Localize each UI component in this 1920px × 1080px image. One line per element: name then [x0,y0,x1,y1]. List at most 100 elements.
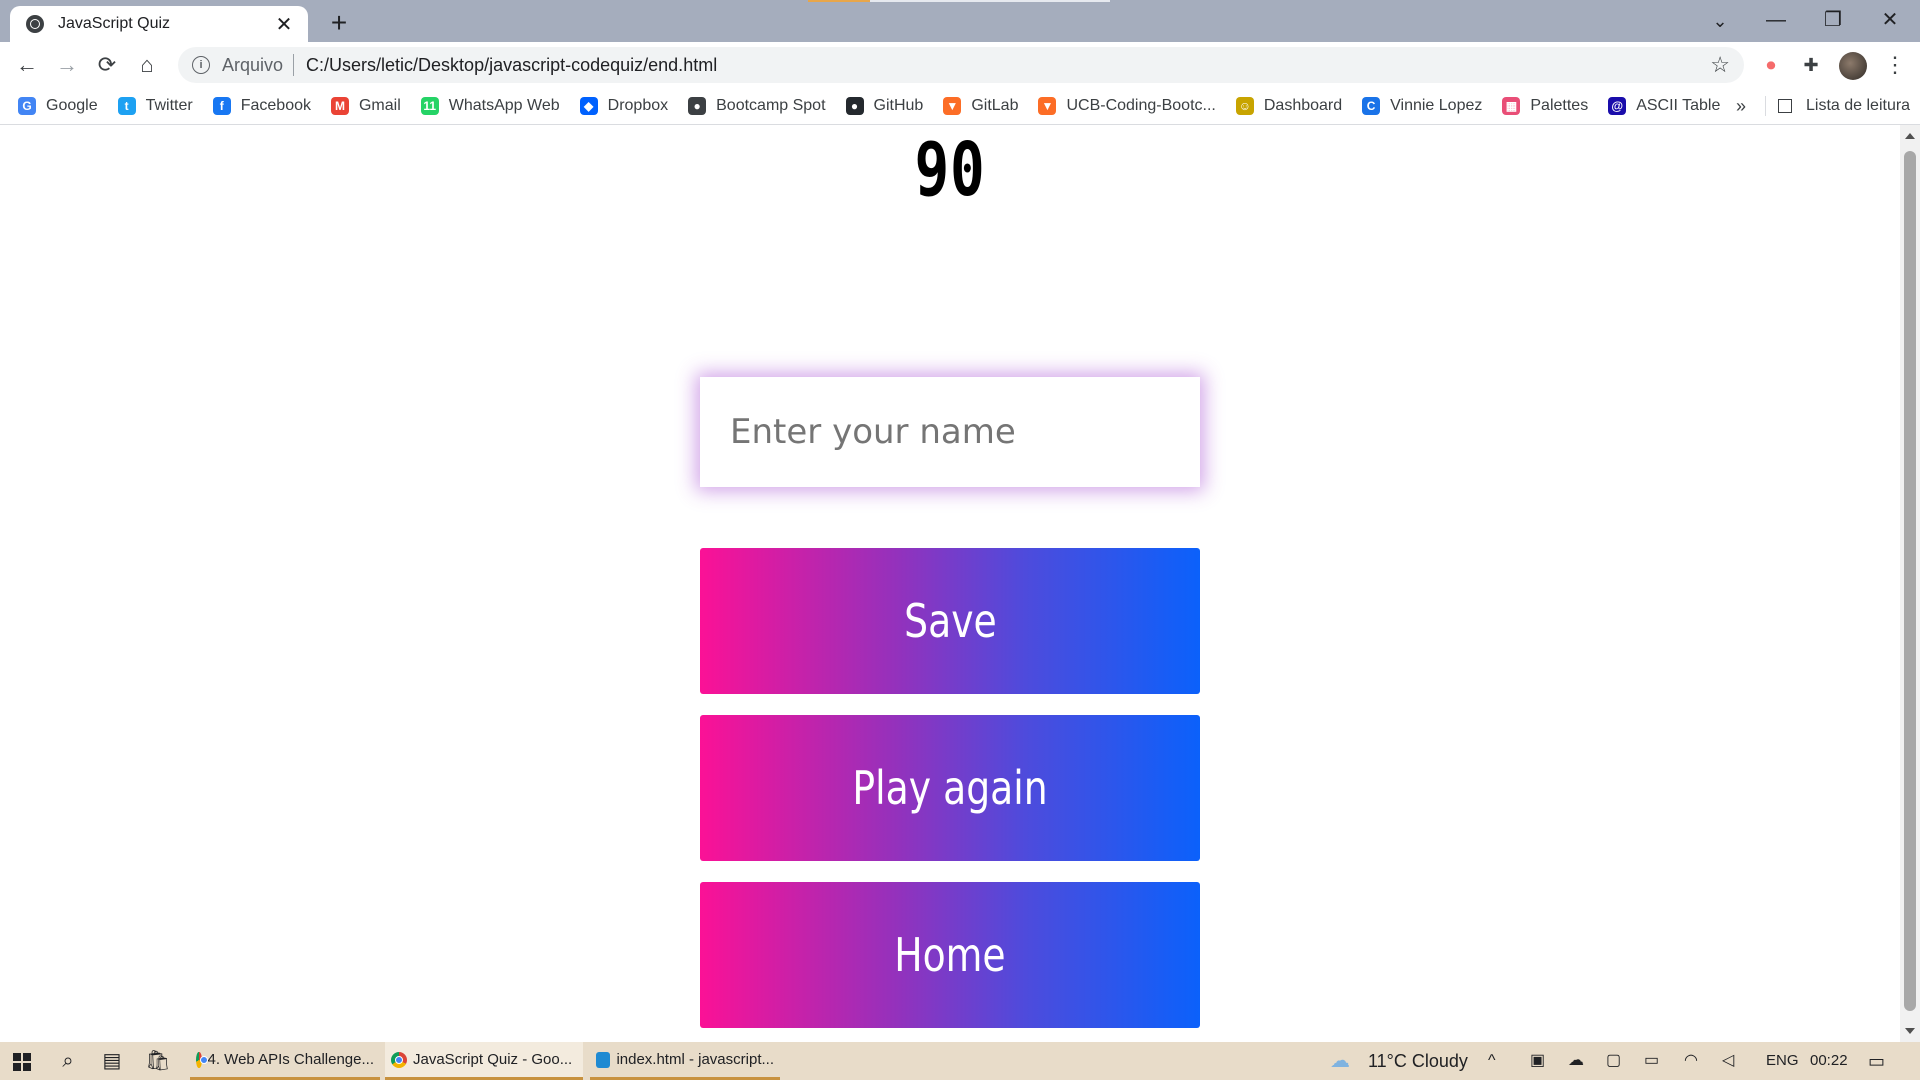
play-again-button[interactable]: Play again [700,715,1200,861]
taskbar-app-chrome-challenge[interactable]: 4. Web APIs Challenge... [190,1042,380,1080]
new-tab-button[interactable]: + [322,6,356,40]
bookmarks-divider [1765,96,1766,116]
bookmarks-overflow-icon[interactable]: » [1736,88,1746,124]
save-button[interactable]: Save [700,548,1200,694]
address-bar[interactable]: i Arquivo C:/Users/letic/Desktop/javascr… [178,47,1744,83]
tray-chevron-up-icon[interactable]: ^ [1488,1042,1496,1080]
bookmark-github[interactable]: ● GitHub [845,97,923,115]
bookmark-star-icon[interactable]: ☆ [1710,52,1730,78]
name-input[interactable] [700,377,1200,487]
home-button[interactable]: Home [700,882,1200,1028]
forward-arrow-icon[interactable]: → [50,48,84,82]
browser-menu-icon[interactable]: ⋮ [1878,48,1912,82]
taskbar-app-label: index.html - javascript... [616,1051,774,1068]
taskbar-app-label: JavaScript Quiz - Goo... [413,1051,573,1068]
bookmark-label: Google [46,97,98,114]
dropbox-icon: ◆ [579,97,598,115]
bookmark-label: Dropbox [607,97,669,114]
reading-list-button[interactable]: Lista de leitura [1778,88,1910,124]
tab-javascript-quiz[interactable]: JavaScript Quiz ✕ [10,6,308,42]
bookmark-label: UCB-Coding-Bootc... [1066,97,1216,114]
task-view-icon[interactable]: ▤ [90,1042,134,1080]
bookmark-facebook[interactable]: f Facebook [212,97,311,115]
cloud-icon[interactable]: ☁ [1330,1042,1350,1080]
bookmark-label: Bootcamp Spot [716,97,826,114]
address-url[interactable]: C:/Users/letic/Desktop/javascript-codequ… [306,55,1710,76]
vscode-icon [596,1051,611,1068]
extensions-puzzle-icon[interactable]: ✚ [1794,48,1828,82]
close-tab-icon[interactable]: ✕ [272,12,296,37]
tab-title: JavaScript Quiz [58,15,171,32]
bookmark-gitlab[interactable]: ▼ GitLab [943,97,1018,115]
bookmark-bootcamp-spot[interactable]: ● Bootcamp Spot [688,97,826,115]
taskbar-app-vscode[interactable]: index.html - javascript... [590,1042,780,1080]
bookmark-label: GitLab [971,97,1019,114]
taskbar-clock[interactable]: 00:22 [1810,1042,1848,1080]
language-indicator[interactable]: ENG [1766,1042,1799,1080]
bookmark-twitter[interactable]: t Twitter [117,97,193,115]
taskbar-app-chrome-quiz[interactable]: JavaScript Quiz - Goo... [385,1042,583,1080]
taskbar-app-label: 4. Web APIs Challenge... [207,1051,375,1068]
play-again-button-label: Play again [852,761,1048,815]
profile-avatar[interactable] [1836,48,1870,82]
ascii-icon: @ [1608,97,1627,115]
browser-toolbar: ← → ⟳ ⌂ i Arquivo C:/Users/letic/Desktop… [0,42,1920,88]
bookmark-palettes[interactable]: ▦ Palettes [1502,97,1588,115]
bookmark-label: Gmail [358,97,401,114]
wifi-icon[interactable]: ◠ [1684,1042,1698,1080]
weather-condition: Cloudy [1411,1051,1468,1071]
home-button-label: Home [894,928,1006,982]
address-divider [293,54,295,76]
dashboard-icon: ☺ [1235,97,1254,115]
gitlab-icon: ▼ [1038,97,1057,115]
notification-center-icon[interactable]: ▭ [1868,1042,1885,1080]
bookmark-dropbox[interactable]: ◆ Dropbox [579,97,669,115]
avatar-image [1839,52,1867,81]
screen-record-extension-icon[interactable]: ⏺ [1754,48,1788,82]
home-icon[interactable]: ⌂ [130,48,164,82]
meet-now-icon[interactable]: ▣ [1530,1042,1545,1080]
back-arrow-icon[interactable]: ← [10,48,44,82]
bookmark-dashboard[interactable]: ☺ Dashboard [1235,97,1342,115]
minimize-window-button[interactable]: — [1748,2,1804,38]
bookmark-label: WhatsApp Web [448,97,560,114]
restore-window-button[interactable]: ❐ [1805,2,1861,38]
weather-widget[interactable]: 11°C Cloudy [1368,1042,1468,1080]
bookmark-google[interactable]: G Google [18,97,98,115]
save-button-label: Save [903,594,997,648]
windows-taskbar: ⌕ ▤ 🛍 4. Web APIs Challenge... JavaScrip… [0,1042,1920,1080]
whatsapp-icon: 11 [420,97,439,115]
globe-icon [26,15,44,33]
onedrive-icon[interactable]: ☁ [1568,1042,1584,1080]
bookmark-label: ASCII Table [1636,97,1721,114]
site-info-icon[interactable]: i [192,56,210,74]
google-icon: G [18,97,36,115]
reading-list-label: Lista de leitura [1806,97,1911,114]
twitter-icon: t [117,97,136,115]
gmail-icon: M [330,97,349,115]
bookmark-vinnie-lopez[interactable]: C Vinnie Lopez [1362,97,1482,115]
display-icon[interactable]: ▢ [1606,1042,1621,1080]
vertical-scrollbar[interactable] [1900,125,1920,1042]
store-icon[interactable]: 🛍 [136,1042,180,1080]
volume-icon[interactable]: ◁ [1722,1042,1734,1080]
bookmark-whatsapp-web[interactable]: 11 WhatsApp Web [420,97,560,115]
battery-icon[interactable]: ▭ [1644,1042,1659,1080]
close-window-button[interactable]: ✕ [1862,2,1918,38]
loading-track [870,0,1110,2]
tab-search-icon[interactable]: ⌄ [1703,6,1737,36]
windows-start-icon[interactable] [0,1042,44,1080]
globe-icon: ● [688,97,707,115]
scrollbar-thumb[interactable] [1904,151,1916,1011]
taskbar-search-icon[interactable]: ⌕ [46,1042,90,1080]
scroll-down-arrow-icon[interactable] [1905,1028,1915,1034]
chrome-icon [196,1051,207,1068]
bookmark-gmail[interactable]: M Gmail [330,97,401,115]
scroll-up-arrow-icon[interactable] [1905,133,1915,139]
gitlab-icon: ▼ [943,97,962,115]
reload-icon[interactable]: ⟳ [90,48,124,82]
bookmark-ascii-table[interactable]: @ ASCII Table [1608,97,1720,115]
chrome-icon [391,1051,407,1068]
palette-icon: ▦ [1502,97,1521,115]
bookmark-ucb-coding-bootc[interactable]: ▼ UCB-Coding-Bootc... [1038,97,1216,115]
